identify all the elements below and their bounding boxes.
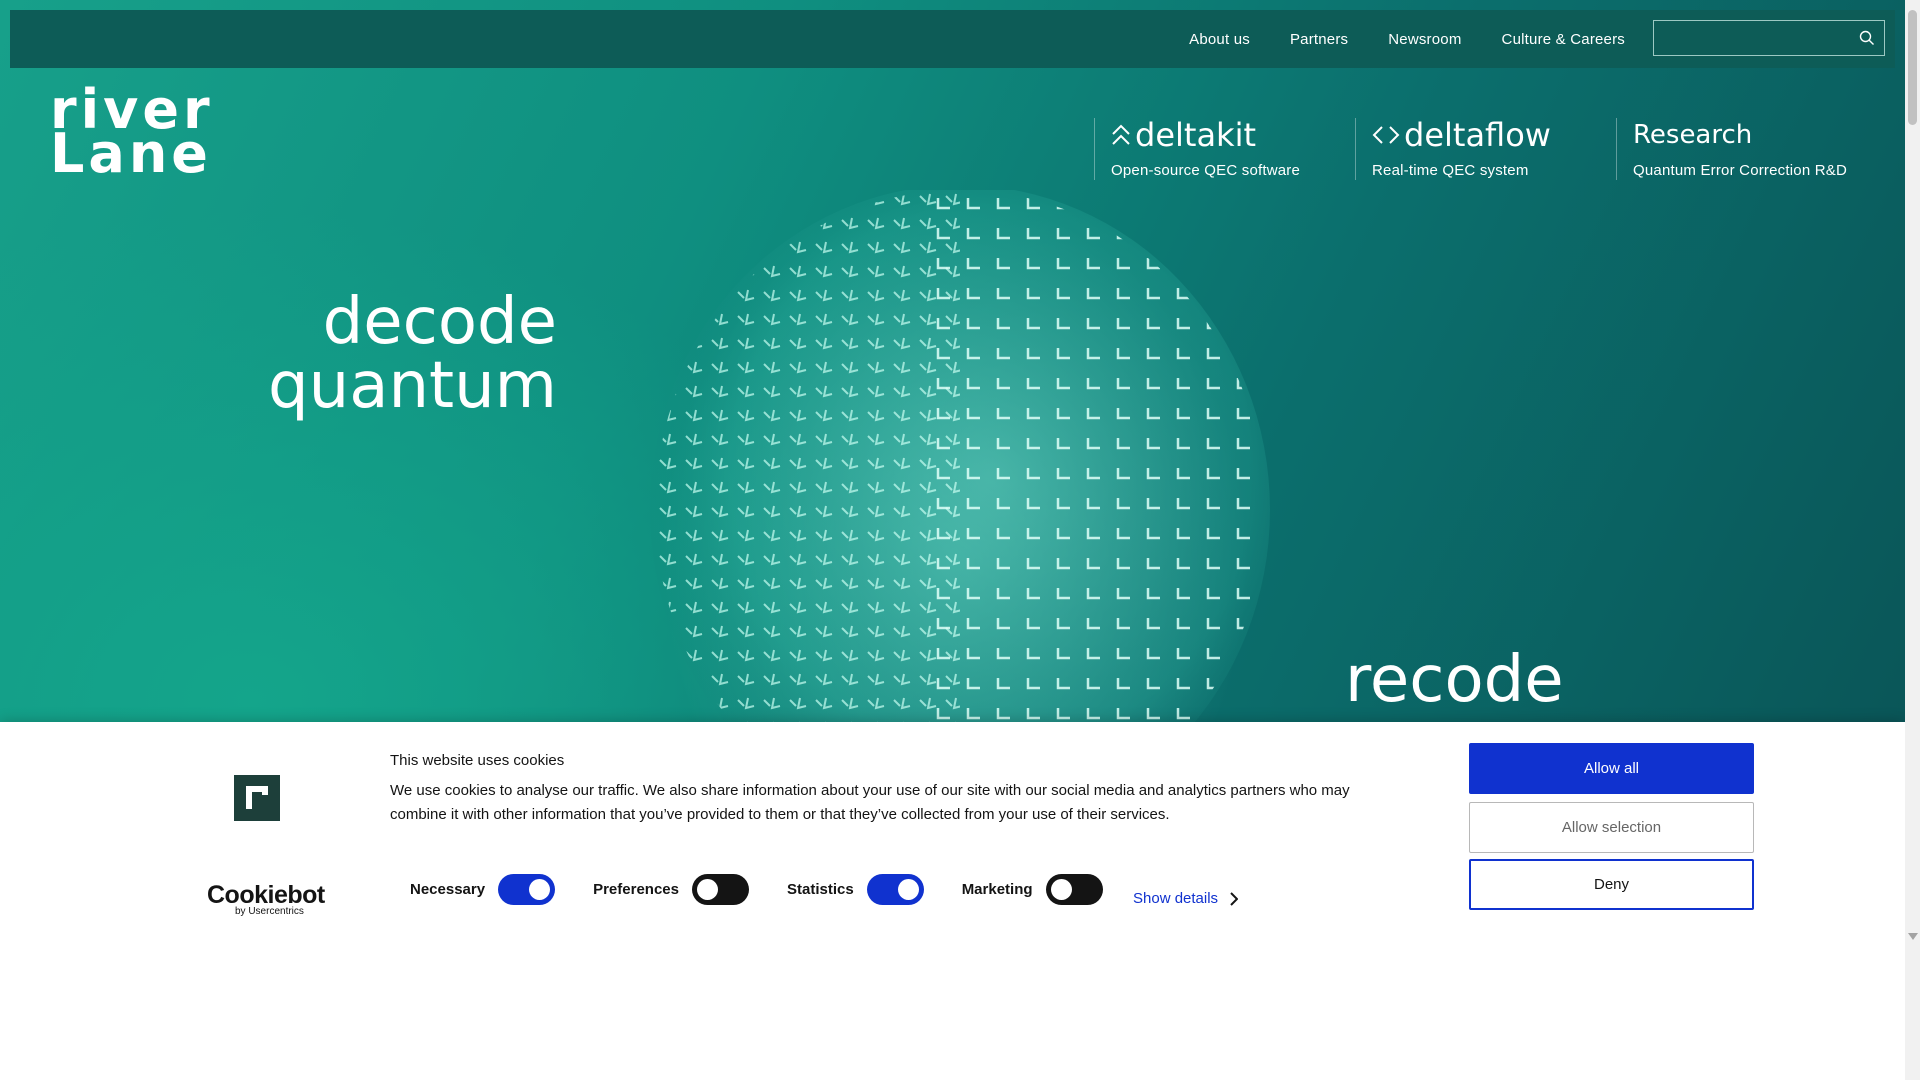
- deltaflow-code-icon: [1372, 126, 1400, 144]
- nav-link-about-us[interactable]: About us: [1189, 31, 1250, 48]
- riverlane-r-icon: [246, 786, 268, 809]
- cookie-description: We use cookies to analyse our traffic. W…: [390, 782, 1350, 823]
- toggle-necessary[interactable]: [498, 873, 556, 905]
- product-research[interactable]: Research Quantum Error Correction R&D: [1616, 118, 1847, 180]
- search-button[interactable]: [1850, 21, 1884, 55]
- toggle-preferences[interactable]: [691, 873, 749, 905]
- product-deltakit-name: deltakit: [1111, 118, 1300, 152]
- site-logo-badge: [234, 775, 280, 821]
- cookie-consent-banner: Cookiebot by Usercentrics This website u…: [0, 722, 1905, 1080]
- show-details-link[interactable]: Show details: [1133, 890, 1239, 907]
- nav-link-culture-careers[interactable]: Culture & Careers: [1502, 31, 1625, 48]
- product-deltaflow[interactable]: deltaflow Real-time QEC system: [1355, 118, 1551, 180]
- toggle-knob: [1050, 878, 1072, 900]
- toggle-label-marketing: Marketing: [961, 880, 1033, 898]
- cookiebot-logo[interactable]: Cookiebot by Usercentrics: [207, 881, 325, 918]
- product-research-desc: Quantum Error Correction R&D: [1633, 162, 1847, 179]
- product-deltakit[interactable]: deltakit Open-source QEC software: [1094, 118, 1300, 180]
- product-deltakit-desc: Open-source QEC software: [1111, 162, 1301, 179]
- toggle-statistics[interactable]: [866, 873, 924, 905]
- cookie-category-toggles: Necessary Preferences Statistics Marketi…: [410, 872, 1141, 906]
- search-box: [1653, 20, 1885, 56]
- product-deltaflow-name: deltaflow: [1372, 118, 1551, 152]
- scroll-down-arrow-icon[interactable]: [1908, 933, 1918, 940]
- hero-headline-recode: recode: [1345, 643, 1564, 717]
- browser-scrollbar[interactable]: [1905, 0, 1920, 1080]
- toggle-knob: [897, 878, 919, 900]
- product-research-name: Research: [1633, 120, 1753, 150]
- hero-headline-decode: decode quantum: [268, 285, 557, 423]
- toggle-label-statistics: Statistics: [786, 880, 854, 898]
- nav-link-newsroom[interactable]: Newsroom: [1388, 31, 1461, 48]
- toggle-group-necessary: Necessary: [410, 873, 556, 905]
- deny-button[interactable]: Deny: [1469, 859, 1754, 910]
- toggle-label-necessary: Necessary: [410, 880, 486, 898]
- toggle-marketing[interactable]: [1045, 873, 1103, 905]
- search-icon: [1859, 30, 1874, 45]
- allow-selection-button[interactable]: Allow selection: [1469, 802, 1754, 853]
- scrollbar-thumb[interactable]: [1908, 10, 1917, 125]
- toggle-label-preferences: Preferences: [593, 880, 679, 898]
- cookiebot-brand-name: Cookiebot: [207, 881, 325, 909]
- toggle-group-statistics: Statistics: [786, 873, 924, 905]
- hero-section: About us Partners Newsroom Culture & Car…: [0, 0, 1905, 740]
- toggle-knob: [696, 878, 718, 900]
- riverlane-logo[interactable]: river Lane: [50, 83, 214, 185]
- top-nav-links: About us Partners Newsroom Culture & Car…: [1149, 10, 1625, 68]
- logo-line-2: Lane: [50, 122, 212, 185]
- toggle-group-preferences: Preferences: [593, 873, 749, 905]
- page-viewport: About us Partners Newsroom Culture & Car…: [0, 0, 1905, 1080]
- toggle-group-marketing: Marketing: [961, 873, 1103, 905]
- deltakit-chevron-icon: [1112, 124, 1130, 145]
- allow-all-button[interactable]: Allow all: [1469, 743, 1754, 794]
- nav-link-partners[interactable]: Partners: [1290, 31, 1348, 48]
- search-input[interactable]: [1654, 21, 1850, 55]
- cookie-title: This website uses cookies: [390, 752, 565, 769]
- quantum-sphere-graphic: [650, 190, 1270, 740]
- top-navigation-bar: About us Partners Newsroom Culture & Car…: [10, 10, 1895, 68]
- product-deltaflow-desc: Real-time QEC system: [1372, 162, 1529, 179]
- toggle-knob: [529, 878, 551, 900]
- chevron-right-icon: [1230, 891, 1239, 906]
